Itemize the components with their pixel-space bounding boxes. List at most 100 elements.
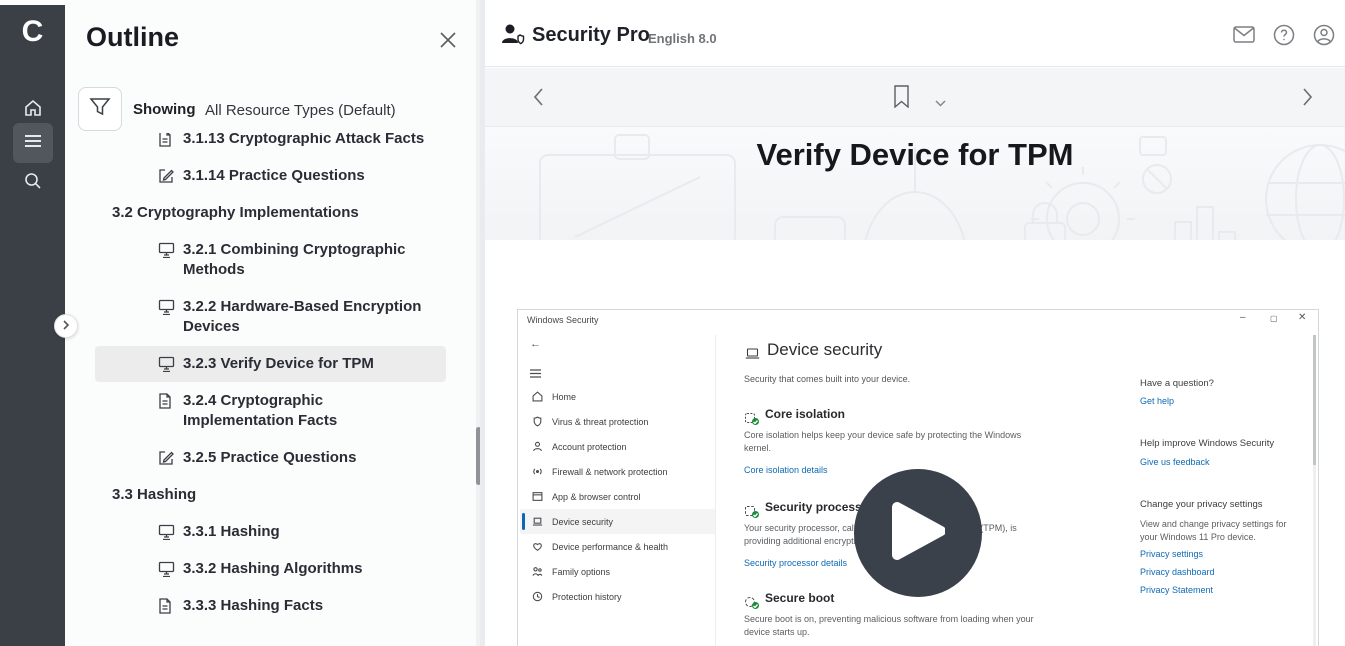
monitor-icon <box>158 299 175 315</box>
give-feedback-link[interactable]: Give us feedback <box>1140 457 1210 467</box>
ws-page-title: Device security <box>767 340 882 360</box>
search-icon <box>23 171 43 196</box>
family-icon <box>532 566 543 577</box>
outline-item[interactable]: 3.2.1 Combining Cryptographic Methods <box>95 232 446 288</box>
mail-icon <box>1233 26 1255 48</box>
course-title: Security Pro <box>532 24 650 47</box>
get-help-link[interactable]: Get help <box>1140 396 1174 406</box>
outline-section[interactable]: 3.2 Cryptography Implementations <box>95 195 446 231</box>
course-language: English 8.0 <box>648 31 717 46</box>
chevron-left-icon <box>533 93 544 110</box>
outline-item-selected[interactable]: 3.2.3 Verify Device for TPM <box>95 346 446 382</box>
outline-item-label: 3.3.2 Hashing Algorithms <box>183 560 362 577</box>
security-processor-details-link[interactable]: Security processor details <box>744 558 847 568</box>
next-lesson-button[interactable] <box>1302 88 1313 111</box>
core-isolation-icon <box>744 411 756 423</box>
outline-title: Outline <box>86 22 179 53</box>
previous-lesson-button[interactable] <box>533 88 544 111</box>
funnel-icon <box>89 97 111 122</box>
ws-aside-privacy-title: Change your privacy settings <box>1140 499 1263 510</box>
outline-close-button[interactable] <box>435 29 461 55</box>
outline-section-label: 3.3 Hashing <box>112 486 196 503</box>
filter-button[interactable] <box>78 87 122 131</box>
messages-button[interactable] <box>1232 25 1256 49</box>
help-button[interactable] <box>1272 25 1296 49</box>
ws-scrollbar-thumb[interactable] <box>1313 335 1316 465</box>
outline-item[interactable]: 3.2.5 Practice Questions <box>95 440 446 476</box>
ws-hamburger-icon <box>530 365 541 383</box>
ws-nav-app-browser: App & browser control <box>520 484 715 509</box>
outline-item[interactable]: 3.2.2 Hardware-Based Encryption Devices <box>95 289 446 345</box>
outline-item-label: 3.2.2 Hardware-Based Encryption Devices <box>183 298 421 335</box>
heart-icon <box>532 541 543 552</box>
ws-nav-home: Home <box>520 384 715 409</box>
ws-nav-label: Protection history <box>552 592 622 602</box>
play-icon <box>891 501 945 566</box>
shield-icon <box>532 416 543 427</box>
outline-section[interactable]: 3.3 Hashing <box>95 477 446 513</box>
hamburger-icon <box>24 134 42 153</box>
play-button[interactable] <box>854 469 982 597</box>
ws-nav-label: Family options <box>552 567 610 577</box>
filter-value[interactable]: All Resource Types (Default) <box>205 102 396 119</box>
clock-icon <box>532 591 543 602</box>
video-player[interactable]: Windows Security – ▢ ✕ ← Home Virus & th… <box>518 310 1318 646</box>
home-icon <box>532 391 543 402</box>
person-icon <box>532 441 543 452</box>
ws-nav-virus: Virus & threat protection <box>520 409 715 434</box>
search-button[interactable] <box>13 163 53 203</box>
account-button[interactable] <box>1312 25 1336 49</box>
ws-nav-history: Protection history <box>520 584 715 609</box>
outline-item[interactable]: 3.3.3 Hashing Facts <box>95 588 446 624</box>
outline-list: 3.1.13 Cryptographic Attack Facts 3.1.14… <box>65 133 480 646</box>
home-icon <box>23 98 43 123</box>
monitor-icon <box>158 242 175 258</box>
monitor-icon <box>158 356 175 372</box>
panel-expand-button[interactable] <box>54 314 78 338</box>
ws-nav-divider <box>715 335 716 646</box>
edit-icon <box>158 168 175 184</box>
person-shield-icon <box>501 23 527 50</box>
lesson-content: Windows Security – ▢ ✕ ← Home Virus & th… <box>485 240 1345 646</box>
outline-item[interactable]: 3.3.1 Hashing <box>95 514 446 550</box>
lesson-banner: Verify Device for TPM <box>485 127 1345 240</box>
ws-nav-label: Device security <box>552 517 613 527</box>
laptop-icon <box>532 516 543 527</box>
outline-item[interactable]: 3.3.2 Hashing Algorithms <box>95 551 446 587</box>
bookmark-menu-button[interactable] <box>935 94 946 112</box>
window-icon <box>532 491 543 502</box>
outline-item-label: 3.3.3 Hashing Facts <box>183 597 323 614</box>
broadcast-icon <box>532 466 543 477</box>
ws-nav-label: Firewall & network protection <box>552 467 668 477</box>
privacy-settings-link[interactable]: Privacy settings <box>1140 549 1203 559</box>
outline-item-label: 3.2.5 Practice Questions <box>183 449 356 466</box>
brand-logo[interactable]: C <box>0 15 65 49</box>
selected-indicator <box>522 513 525 530</box>
privacy-dashboard-link[interactable]: Privacy dashboard <box>1140 567 1215 577</box>
outline-menu-button[interactable] <box>13 123 53 163</box>
outline-item[interactable]: 3.2.4 Cryptographic Implementation Facts <box>95 383 446 439</box>
ws-aside-feedback-title: Help improve Windows Security <box>1140 438 1274 449</box>
outline-item[interactable]: 3.1.13 Cryptographic Attack Facts <box>95 133 446 157</box>
monitor-icon <box>158 524 175 540</box>
core-isolation-details-link[interactable]: Core isolation details <box>744 465 828 475</box>
laptop-icon <box>745 347 760 365</box>
edit-icon <box>158 450 175 466</box>
outline-panel: Outline Showing All Resource Types (Defa… <box>65 0 480 646</box>
chevron-down-icon <box>935 94 946 111</box>
check-badge-icon <box>752 511 759 518</box>
bookmark-button[interactable] <box>893 85 910 113</box>
outline-item[interactable]: 3.1.14 Practice Questions <box>95 158 446 194</box>
outline-section-label: 3.2 Cryptography Implementations <box>112 204 359 221</box>
check-badge-icon <box>752 602 759 609</box>
ws-section-body: Core isolation helps keep your device sa… <box>744 429 1038 455</box>
chevron-right-icon <box>1302 93 1313 110</box>
outline-item-label: 3.3.1 Hashing <box>183 523 280 540</box>
ws-nav-performance: Device performance & health <box>520 534 715 559</box>
privacy-statement-link[interactable]: Privacy Statement <box>1140 585 1213 595</box>
ws-section-title: Secure boot <box>765 591 834 605</box>
ws-section-title: Core isolation <box>765 407 845 421</box>
ws-nav-label: Device performance & health <box>552 542 668 552</box>
lesson-title: Verify Device for TPM <box>485 137 1345 173</box>
ws-aside-privacy-body: View and change privacy settings for you… <box>1140 518 1288 544</box>
